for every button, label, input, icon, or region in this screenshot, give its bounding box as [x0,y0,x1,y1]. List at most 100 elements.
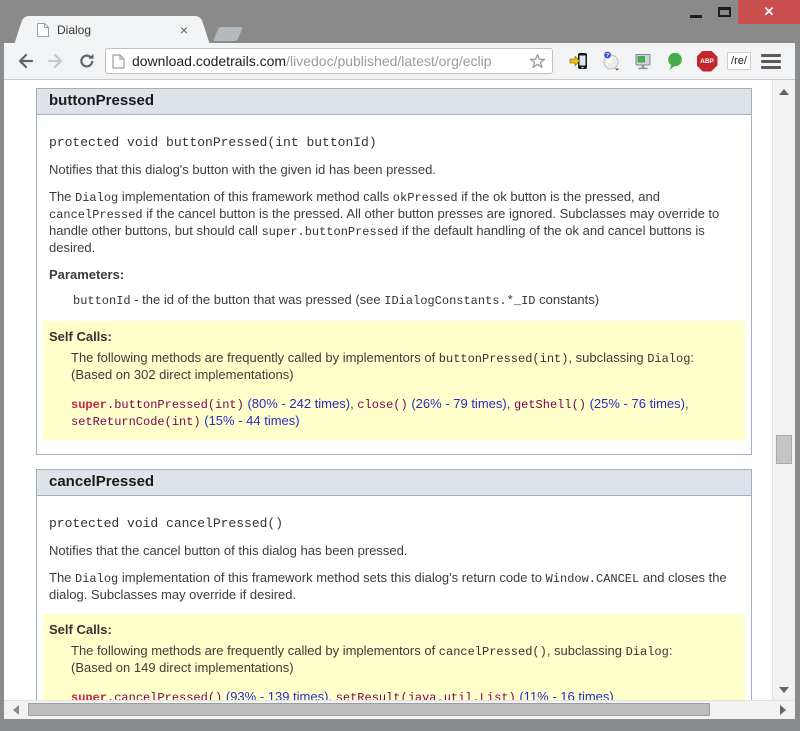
sphere-extension-icon[interactable]: ? [600,50,622,72]
self-calls-basis: (Based on 149 direct implementations) [71,660,737,675]
text-run: , [507,396,514,411]
send-to-phone-extension-icon[interactable] [568,50,590,72]
url-path: /livedoc/published/latest/org/eclip [286,53,491,69]
regex-badge: /re/ [727,52,751,70]
parameters-label: Parameters: [49,267,739,282]
text-run: The following methods are frequently cal… [71,350,439,365]
method-heading: cancelPressed [37,470,751,496]
inline-code: super.buttonPressed [261,225,398,239]
feedback-balloon-extension-icon[interactable] [664,50,686,72]
self-calls-panel: Self Calls: The following methods are fr… [43,321,745,440]
method-link[interactable]: close() [357,398,407,412]
tab-close-icon[interactable]: × [176,23,192,37]
text-run: , [685,396,689,411]
text-run: : [690,350,694,365]
call-frequency: (80% - 242 times) [247,396,350,411]
scroll-down-icon[interactable] [779,687,789,693]
text-run: The following methods are frequently cal… [71,643,439,658]
method-section-buttonpressed: buttonPressed protected void buttonPress… [36,88,752,455]
menu-button[interactable] [761,54,781,69]
self-calls-label: Self Calls: [49,329,737,344]
method-signature: protected void buttonPressed(int buttonI… [49,135,739,150]
self-calls-intro: The following methods are frequently cal… [71,643,737,660]
self-calls-methods: super.cancelPressed() (93% - 139 times),… [71,689,737,700]
window-border-right [795,24,800,731]
screen-share-extension-icon[interactable] [632,50,654,72]
text-run: , subclassing [568,350,647,365]
url-bar[interactable]: download.codetrails.com/livedoc/publishe… [105,48,553,74]
browser-toolbar: download.codetrails.com/livedoc/publishe… [4,43,795,80]
document-page: buttonPressed protected void buttonPress… [4,80,772,700]
text-run: implementation of this framework method … [118,570,545,585]
method-signature: protected void cancelPressed() [49,516,739,531]
text-run: The [49,189,75,204]
call-frequency: (15% - 44 times) [204,413,299,428]
text-run: constants) [536,292,600,307]
page-viewport: buttonPressed protected void buttonPress… [4,80,795,719]
regex-extension-icon[interactable]: /re/ [728,50,750,72]
scroll-left-icon[interactable] [13,705,19,715]
self-calls-intro: The following methods are frequently cal… [71,350,737,367]
vertical-scrollbar-thumb[interactable] [776,435,792,464]
method-link[interactable]: .cancelPressed() [107,691,222,700]
maximize-button[interactable] [710,0,738,24]
page-icon [112,54,125,69]
minimize-button[interactable] [682,0,710,24]
text-run: - the id of the button that was pressed … [131,292,385,307]
super-keyword: super [71,398,107,412]
inline-code: Dialog [75,191,118,205]
method-description: The Dialog implementation of this framew… [49,189,739,255]
adblock-plus-extension-icon[interactable]: ABP [696,50,718,72]
super-keyword: super [71,691,107,700]
self-calls-basis: (Based on 302 direct implementations) [71,367,737,382]
text-run: implementation of this framework method … [118,189,393,204]
title-bar[interactable]: Dialog × ✕ [0,0,800,43]
call-frequency: (26% - 79 times) [411,396,506,411]
self-calls-panel: Self Calls: The following methods are fr… [43,614,745,700]
forward-button[interactable] [43,48,69,74]
scroll-up-icon[interactable] [779,89,789,95]
self-calls-methods: super.buttonPressed(int) (80% - 242 time… [71,396,737,430]
bookmark-star-icon[interactable] [529,53,546,70]
inline-code: Window.CANCEL [546,572,640,586]
horizontal-scrollbar-thumb[interactable] [28,703,710,716]
call-frequency: (93% - 139 times) [226,689,329,700]
page-favicon-icon [36,22,50,38]
back-button[interactable] [12,48,38,74]
minimize-icon [690,15,702,18]
method-link[interactable]: setReturnCode(int) [71,415,201,429]
method-summary: Notifies that the cancel button of this … [49,543,739,558]
inline-code: Dialog [647,352,690,366]
horizontal-scrollbar[interactable] [4,700,795,719]
inline-code: IDialogConstants.*_ID [384,294,535,308]
new-tab-button[interactable] [213,27,243,41]
url-text: download.codetrails.com/livedoc/publishe… [132,53,527,69]
window-border-left [0,0,4,731]
reload-button[interactable] [74,48,100,74]
text-run: The [49,570,75,585]
window-close-button[interactable]: ✕ [738,0,800,24]
maximize-icon [718,7,731,17]
abp-badge: ABP [697,51,718,72]
parameter-description: buttonId - the id of the button that was… [73,292,739,309]
inline-code: buttonPressed(int) [439,352,569,366]
inline-code: Dialog [626,645,669,659]
text-run: , subclassing [547,643,626,658]
window-border-bottom [0,719,800,731]
inline-code: Dialog [75,572,118,586]
method-link[interactable]: .buttonPressed(int) [107,398,244,412]
method-heading: buttonPressed [37,89,751,115]
inline-code: cancelPressed [49,208,143,222]
vertical-scrollbar[interactable] [772,80,795,700]
browser-tab[interactable]: Dialog × [26,16,198,43]
text-run: : [669,643,673,658]
method-link[interactable]: setResult(java.util.List) [336,691,516,700]
inline-code: buttonId [73,294,131,308]
inline-code: cancelPressed() [439,645,547,659]
url-domain: download.codetrails.com [132,53,286,69]
method-link[interactable]: getShell() [514,398,586,412]
self-calls-label: Self Calls: [49,622,737,637]
call-frequency: (25% - 76 times) [590,396,685,411]
scroll-right-icon[interactable] [780,705,786,715]
method-description: The Dialog implementation of this framew… [49,570,739,602]
